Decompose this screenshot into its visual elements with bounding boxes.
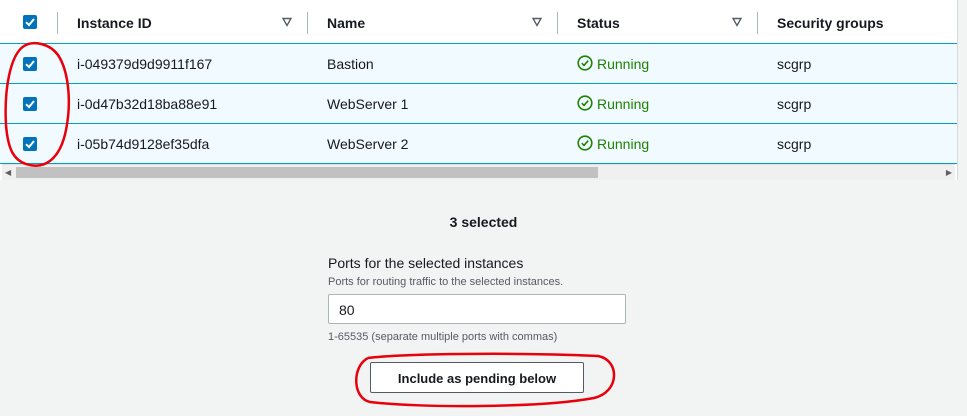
scroll-right-arrow-icon[interactable]: ▶: [946, 168, 952, 178]
column-header-name[interactable]: Name: [327, 0, 365, 44]
table-header: Instance ID Name Status Security groups: [0, 0, 957, 45]
instance-id-cell[interactable]: i-049379d9d9911f167: [77, 44, 212, 83]
scroll-left-arrow-icon[interactable]: ◀: [5, 168, 11, 178]
scrollbar-thumb[interactable]: [16, 167, 598, 178]
check-circle-icon: [577, 135, 593, 151]
sort-triangle-icon[interactable]: [282, 17, 292, 27]
instance-id-cell[interactable]: i-05b74d9128ef35dfa: [77, 124, 209, 163]
select-all-checkbox[interactable]: [23, 15, 37, 29]
sort-triangle-icon[interactable]: [732, 17, 742, 27]
name-cell: WebServer 2: [327, 136, 409, 152]
status-text: Running: [597, 136, 650, 152]
column-header-instance-id[interactable]: Instance ID: [77, 0, 152, 44]
check-circle-icon: [577, 95, 593, 111]
column-header-status[interactable]: Status: [577, 0, 620, 44]
security-groups-cell: scgrp: [777, 56, 812, 72]
ports-label: Ports for the selected instances: [328, 255, 524, 271]
table-row[interactable]: i-0d47b32d18ba88e91 WebServer 1 Running …: [0, 83, 957, 123]
column-separator: [57, 12, 58, 34]
column-separator: [307, 12, 308, 34]
table-row[interactable]: i-049379d9d9911f167 Bastion Running scgr…: [0, 43, 957, 83]
sort-triangle-icon[interactable]: [532, 17, 542, 27]
status-text: Running: [597, 56, 650, 72]
security-groups-cell: scgrp: [777, 96, 812, 112]
column-separator: [757, 12, 758, 34]
instance-id-cell[interactable]: i-0d47b32d18ba88e91: [77, 84, 217, 123]
row-checkbox[interactable]: [23, 97, 37, 111]
horizontal-scrollbar[interactable]: ◀ ▶: [2, 164, 955, 180]
selected-count: 3 selected: [449, 214, 518, 230]
table-row[interactable]: i-05b74d9128ef35dfa WebServer 2 Running …: [0, 123, 957, 164]
column-separator: [557, 12, 558, 34]
row-checkbox[interactable]: [23, 57, 37, 71]
include-as-pending-button[interactable]: Include as pending below: [370, 362, 584, 393]
check-circle-icon: [577, 55, 593, 71]
security-groups-cell: scgrp: [777, 136, 812, 152]
name-cell: Bastion: [327, 56, 374, 72]
ports-description: Ports for routing traffic to the selecte…: [328, 276, 564, 288]
ports-input[interactable]: 80: [328, 294, 626, 324]
column-header-security-groups[interactable]: Security groups: [777, 0, 884, 44]
row-checkbox[interactable]: [23, 137, 37, 151]
instances-table: Instance ID Name Status Security groups …: [0, 0, 958, 180]
name-cell: WebServer 1: [327, 96, 409, 112]
ports-hint: 1-65535 (separate multiple ports with co…: [328, 331, 558, 343]
status-text: Running: [597, 96, 650, 112]
